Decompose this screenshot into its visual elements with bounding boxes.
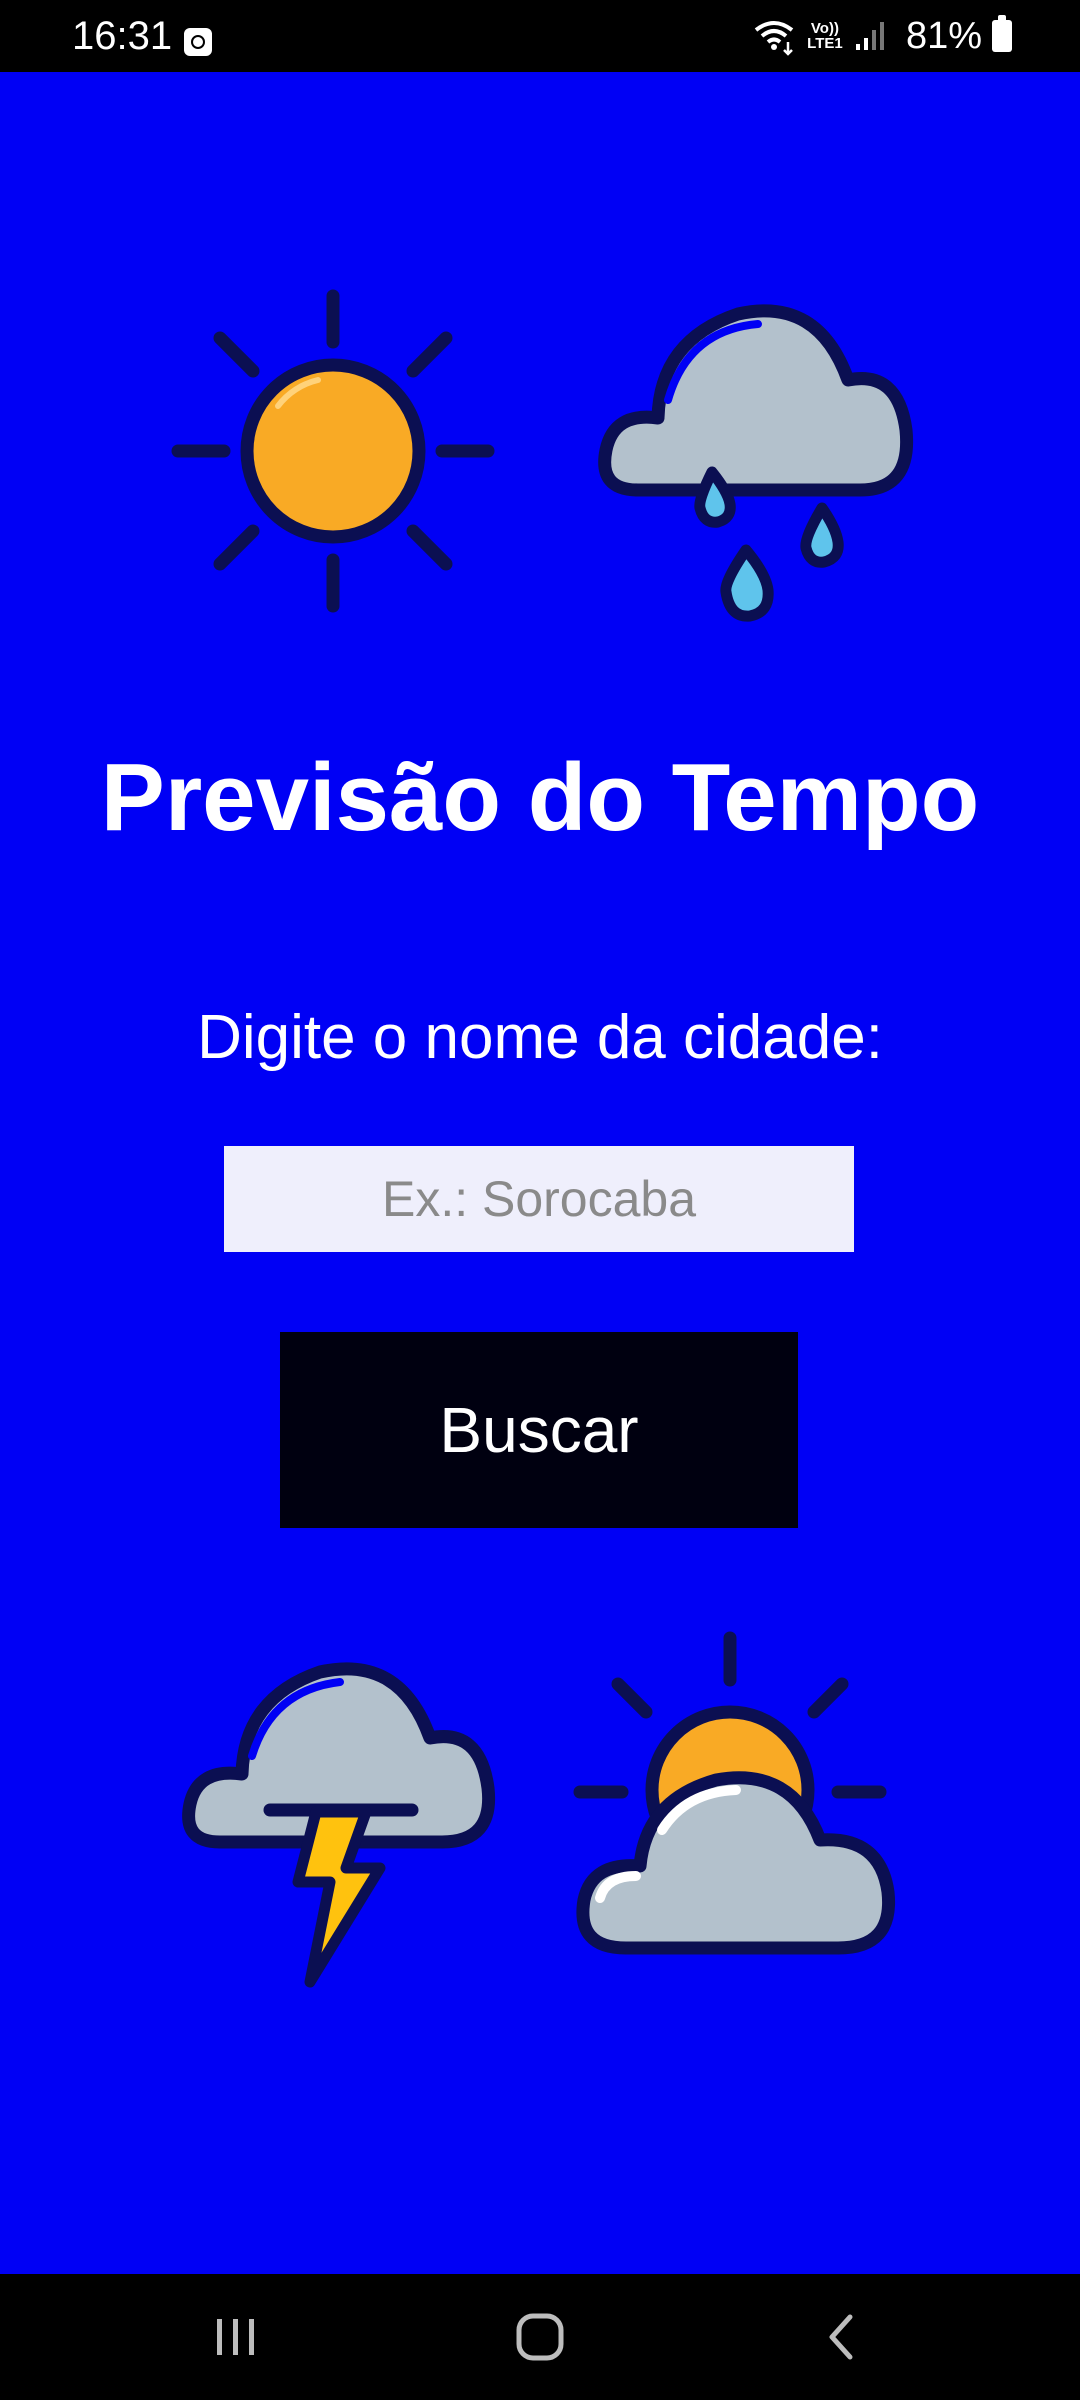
recents-button[interactable] [166, 2274, 306, 2400]
city-search-input[interactable] [224, 1146, 854, 1252]
status-indicators: Vo)) LTE1 81% [752, 10, 1012, 62]
home-button[interactable] [470, 2274, 610, 2400]
sun-icon [171, 289, 495, 613]
battery-icon [992, 15, 1012, 52]
network-label: Vo)) LTE1 [807, 20, 843, 52]
back-icon [829, 2314, 853, 2360]
rain-cloud-icon [598, 304, 914, 622]
status-bar: 16:31 Vo)) LTE1 81% [0, 0, 1080, 72]
home-icon [516, 2313, 564, 2361]
status-time: 16:31 [72, 14, 173, 58]
signal-icon [855, 22, 884, 50]
weather-app-screen: 16:31 Vo)) LTE1 81% Previsão do Tempo Di… [0, 0, 1080, 2400]
city-prompt-label: Digite o nome da cidade: [197, 1003, 883, 1072]
recents-icon [217, 2319, 254, 2355]
search-button[interactable]: Buscar [280, 1332, 798, 1528]
wifi-icon [754, 21, 794, 56]
lte-icon: Vo)) LTE1 [806, 21, 844, 51]
back-button[interactable] [772, 2274, 912, 2400]
system-navigation-bar [0, 2274, 1080, 2400]
thunderstorm-cloud-icon [182, 1662, 496, 1988]
partly-cloudy-icon [573, 1631, 896, 1955]
page-title: Previsão do Tempo [100, 744, 980, 851]
alarm-icon [184, 28, 212, 56]
battery-percentage: 81% [905, 15, 982, 57]
